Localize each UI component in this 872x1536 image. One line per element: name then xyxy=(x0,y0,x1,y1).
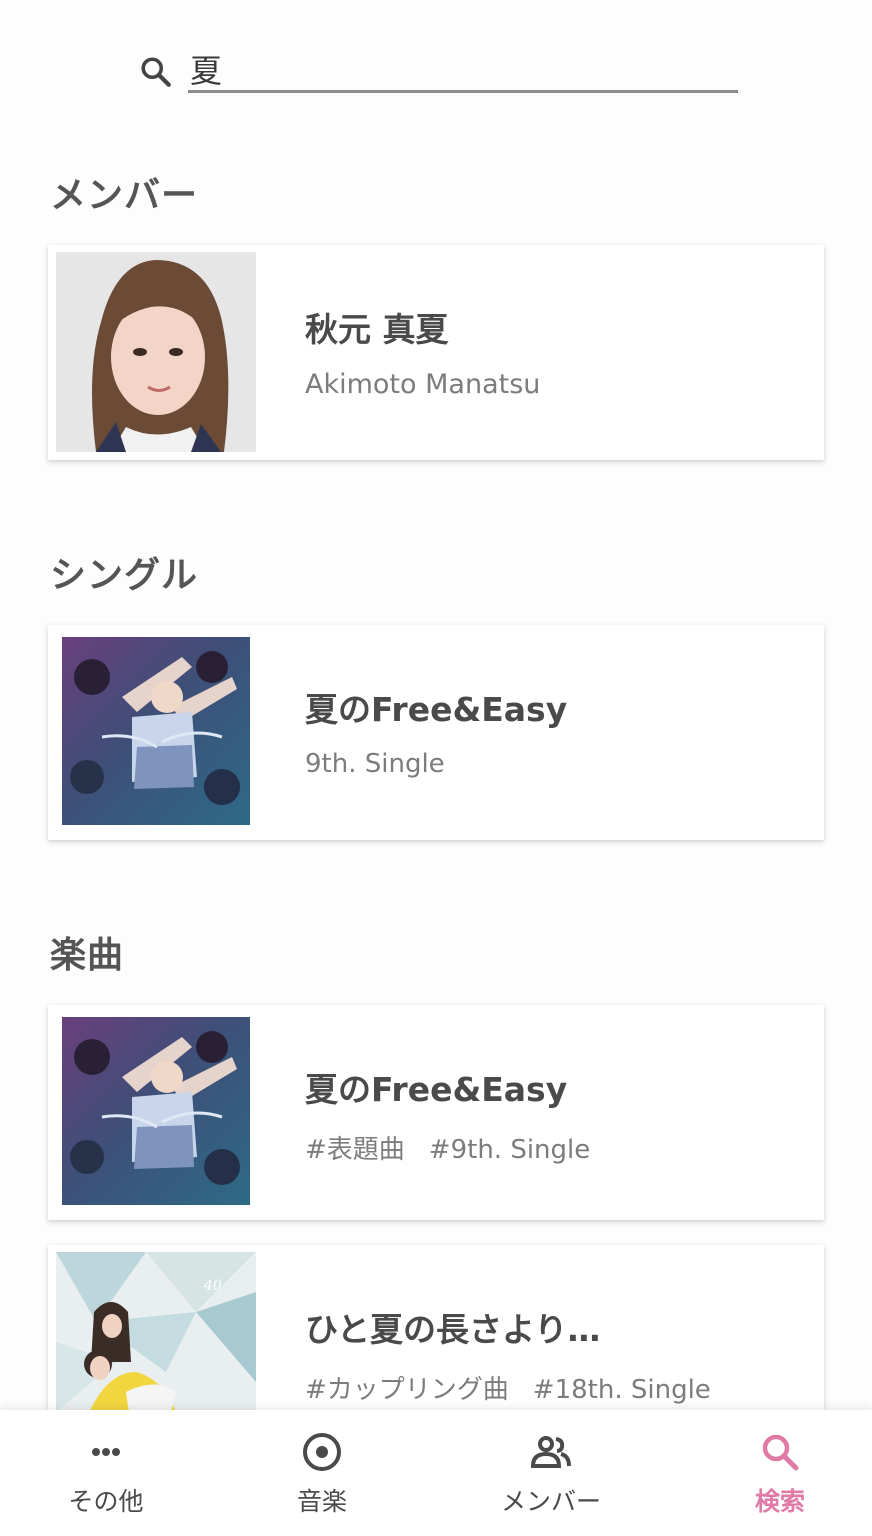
section-title-songs: 楽曲 xyxy=(50,935,125,976)
member-photo xyxy=(56,252,256,452)
search-icon xyxy=(762,1434,799,1471)
song-card[interactable]: 夏のFree&Easy #表題曲 #9th. Single xyxy=(48,1005,824,1220)
song-tags: #カップリング曲 #18th. Single xyxy=(305,1369,735,1406)
nav-item-music[interactable]: 音楽 xyxy=(236,1410,408,1536)
svg-text:40: 40 xyxy=(203,1278,222,1294)
bottom-navigation: その他 音楽 メンバー 検索 xyxy=(0,1410,872,1536)
song-tag: #18th. Single xyxy=(532,1375,711,1405)
song-title: 夏のFree&Easy xyxy=(305,1070,568,1109)
single-title: 夏のFree&Easy xyxy=(305,690,568,729)
search-input[interactable] xyxy=(188,48,738,93)
nav-label-music: 音楽 xyxy=(296,1487,347,1516)
single-subtitle: 9th. Single xyxy=(305,749,445,779)
song-tag: #9th. Single xyxy=(428,1135,591,1165)
music-disc-icon xyxy=(303,1433,341,1471)
single-cover xyxy=(62,637,250,825)
song-title: ひと夏の長さより… xyxy=(305,1310,601,1349)
member-card[interactable]: 秋元 真夏 Akimoto Manatsu xyxy=(48,245,824,460)
song-tag: #表題曲 xyxy=(305,1135,405,1165)
nav-label-members: メンバー xyxy=(500,1487,601,1516)
section-title-members: メンバー xyxy=(50,175,199,216)
member-romaji: Akimoto Manatsu xyxy=(305,369,541,400)
single-card[interactable]: 夏のFree&Easy 9th. Single xyxy=(48,625,824,840)
member-name: 秋元 真夏 xyxy=(305,310,449,349)
nav-item-members[interactable]: メンバー xyxy=(465,1410,637,1536)
song-tag: #カップリング曲 xyxy=(305,1375,509,1405)
nav-item-search[interactable]: 検索 xyxy=(694,1410,866,1536)
section-title-singles: シングル xyxy=(50,555,199,596)
song-cover xyxy=(62,1017,250,1205)
nav-label-other: その他 xyxy=(68,1487,144,1516)
more-icon xyxy=(92,1448,120,1456)
nav-item-other[interactable]: その他 xyxy=(20,1410,192,1536)
song-tags: #表題曲 #9th. Single xyxy=(305,1129,614,1166)
search-bar xyxy=(138,48,738,94)
search-icon[interactable] xyxy=(138,54,174,90)
nav-label-search: 検索 xyxy=(754,1487,805,1516)
people-icon xyxy=(530,1436,571,1468)
